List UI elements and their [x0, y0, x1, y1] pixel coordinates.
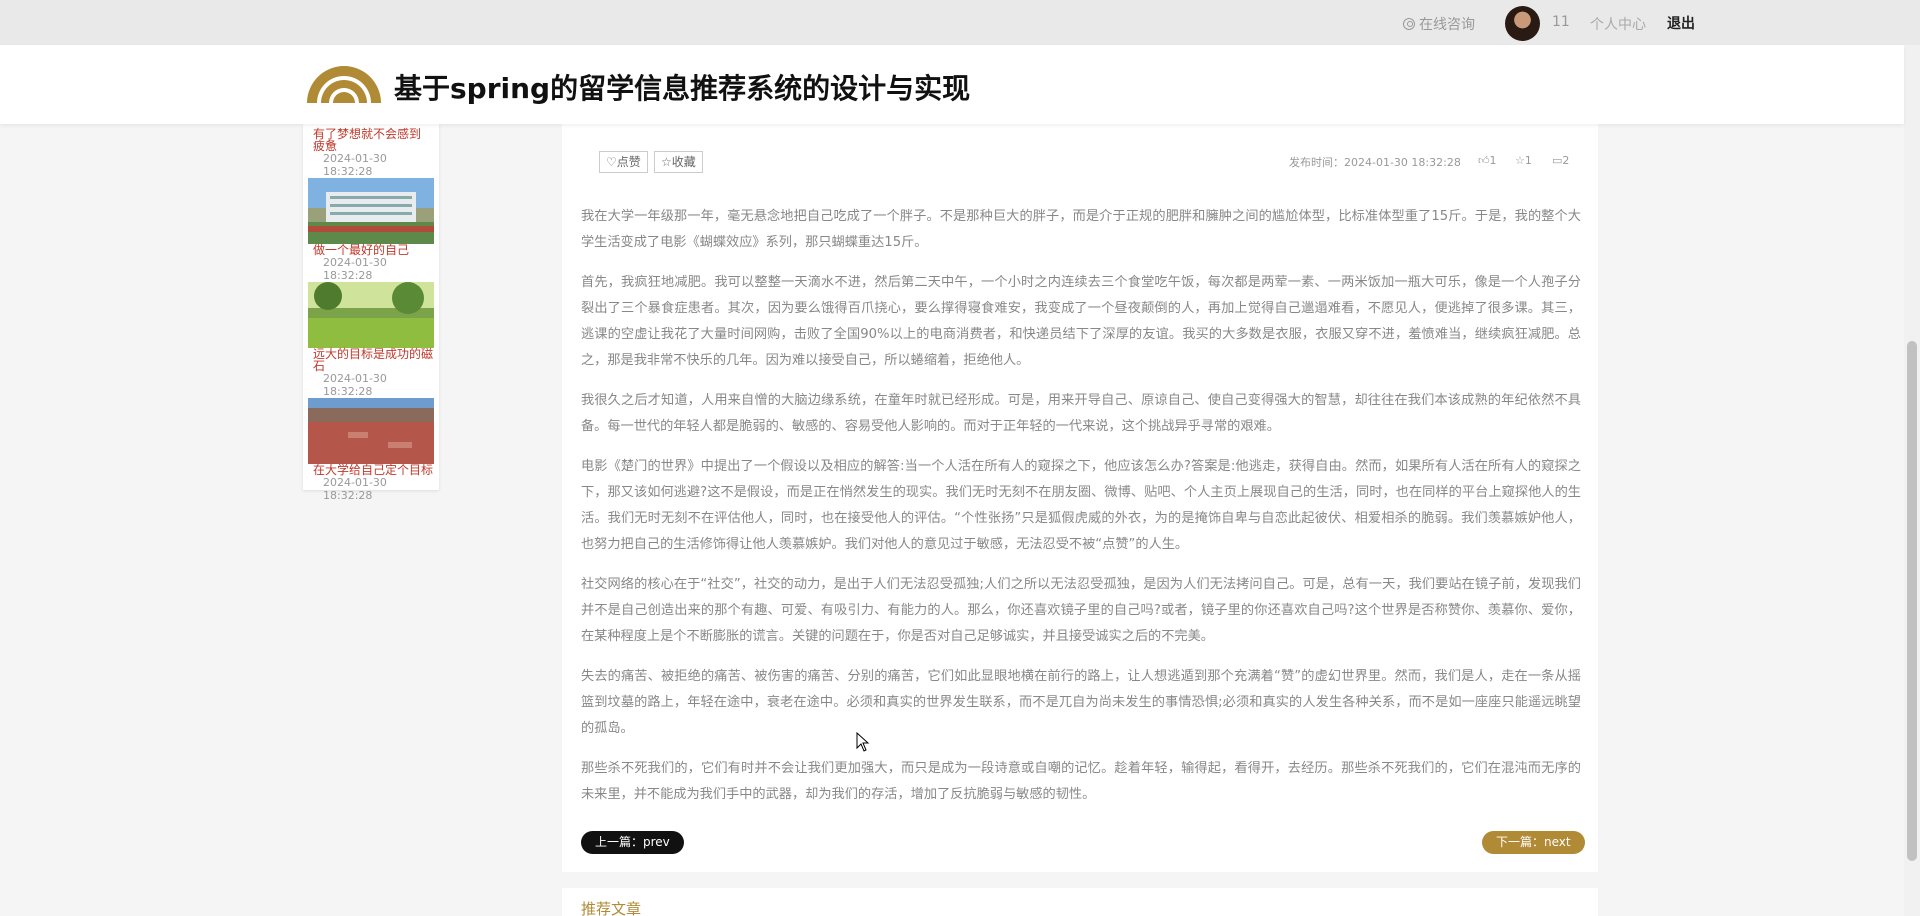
article-content: ♡点赞 ☆收藏 发布时间：2024-01-30 18:32:28 👍︎1 ☆1 … [562, 124, 1598, 872]
recommend-heading: 推荐文章 [581, 900, 642, 916]
site-title: 基于spring的留学信息推荐系统的设计与实现 [394, 72, 971, 105]
prev-article-button[interactable]: 上一篇：prev [581, 831, 684, 854]
sidebar-item[interactable]: 做一个最好的自己 2024-01-30 18:32:28 [308, 178, 434, 282]
sidebar-item-title: 在大学给自己定个目标 [313, 463, 434, 477]
logout-link[interactable]: 退出 [1667, 13, 1695, 33]
page-scrollbar[interactable] [1904, 45, 1920, 916]
comment-count: ▭2 [1552, 154, 1570, 167]
sidebar-item-title: 做一个最好的自己 [313, 243, 410, 257]
recommend-section: 推荐文章 [562, 888, 1598, 916]
article-paragraph: 我在大学一年级那一年，毫无悬念地把自己吃成了一个胖子。不是那种巨大的胖子，而是介… [581, 209, 1581, 250]
like-count: 👍︎1 [1478, 154, 1497, 167]
site-logo-icon[interactable] [305, 59, 383, 105]
sidebar-item[interactable]: 在大学给自己定个目标 2024-01-30 18:32:28 [308, 398, 434, 502]
favorite-count: ☆1 [1515, 154, 1532, 167]
article-paragraph: 首先，我疯狂地减肥。我可以整整一天滴水不进，然后第二天中午，一个小时之内连续去三… [581, 275, 1581, 368]
user-circle-icon [1403, 18, 1415, 30]
like-button[interactable]: ♡点赞 [599, 151, 648, 173]
sidebar-item-date: 2024-01-30 18:32:28 [323, 476, 387, 502]
thumb-up-icon: 👍︎ [1478, 154, 1490, 167]
sidebar-item-date: 2024-01-30 18:32:28 [323, 372, 387, 398]
publish-time: 发布时间：2024-01-30 18:32:28 [1289, 156, 1461, 169]
sidebar-item[interactable]: 远大的目标是成功的磁石 2024-01-30 18:32:28 [308, 282, 434, 398]
star-icon: ☆ [1515, 154, 1525, 167]
personal-center-link[interactable]: 个人中心 [1590, 14, 1646, 34]
article-paragraph: 社交网络的核心在于“社交”，社交的动力，是出于人们无法忍受孤独;人们之所以无法忍… [581, 577, 1581, 644]
sidebar-item-date: 2024-01-30 18:32:28 [323, 152, 387, 178]
online-consult-label: 在线咨询 [1419, 17, 1475, 33]
article-paragraph: 失去的痛苦、被拒绝的痛苦、被伤害的痛苦、分别的痛苦，它们如此显眼地横在前行的路上… [581, 669, 1581, 736]
campus-building-thumbnail [308, 178, 434, 244]
sidebar-item-title: 远大的目标是成功的磁石 [313, 347, 434, 373]
next-article-button[interactable]: 下一篇：next [1482, 831, 1585, 854]
article-paragraph: 电影《楚门的世界》中提出了一个假设以及相应的解答:当一个人活在所有人的窥探之下，… [581, 459, 1581, 552]
site-header: 基于spring的留学信息推荐系统的设计与实现 [0, 45, 1904, 124]
mouse-cursor-icon [856, 732, 870, 752]
favorite-button[interactable]: ☆收藏 [654, 151, 703, 173]
scrollbar-thumb[interactable] [1907, 341, 1917, 861]
campus-plaza-thumbnail [308, 398, 434, 464]
top-bar: 在线咨询 11 个人中心 退出 [0, 0, 1920, 45]
article-paragraph: 我很久之后才知道，人用来自憎的大脑边缘系统，在童年时就已经形成。可是，用来开导自… [581, 393, 1581, 434]
sidebar-item-title: 有了梦想就不会感到疲惫 [313, 127, 422, 153]
username: 11 [1552, 14, 1570, 30]
article-paragraph: 那些杀不死我们的，它们有时并不会让我们更加强大，而只是成为一段诗意或自嘲的记忆。… [581, 761, 1581, 802]
campus-lawn-thumbnail [308, 282, 434, 348]
sidebar-item[interactable]: 有了梦想就不会感到疲惫 2024-01-30 18:32:28 [308, 124, 434, 178]
sidebar-article-list: 有了梦想就不会感到疲惫 2024-01-30 18:32:28 做一个最好的自己… [303, 124, 439, 502]
avatar[interactable] [1505, 6, 1540, 41]
sidebar-item-date: 2024-01-30 18:32:28 [323, 256, 387, 282]
article-body: 我在大学一年级那一年，毫无悬念地把自己吃成了一个胖子。不是那种巨大的胖子，而是介… [581, 204, 1581, 822]
online-consult-link[interactable]: 在线咨询 [1403, 14, 1475, 34]
comment-icon: ▭ [1552, 154, 1563, 167]
